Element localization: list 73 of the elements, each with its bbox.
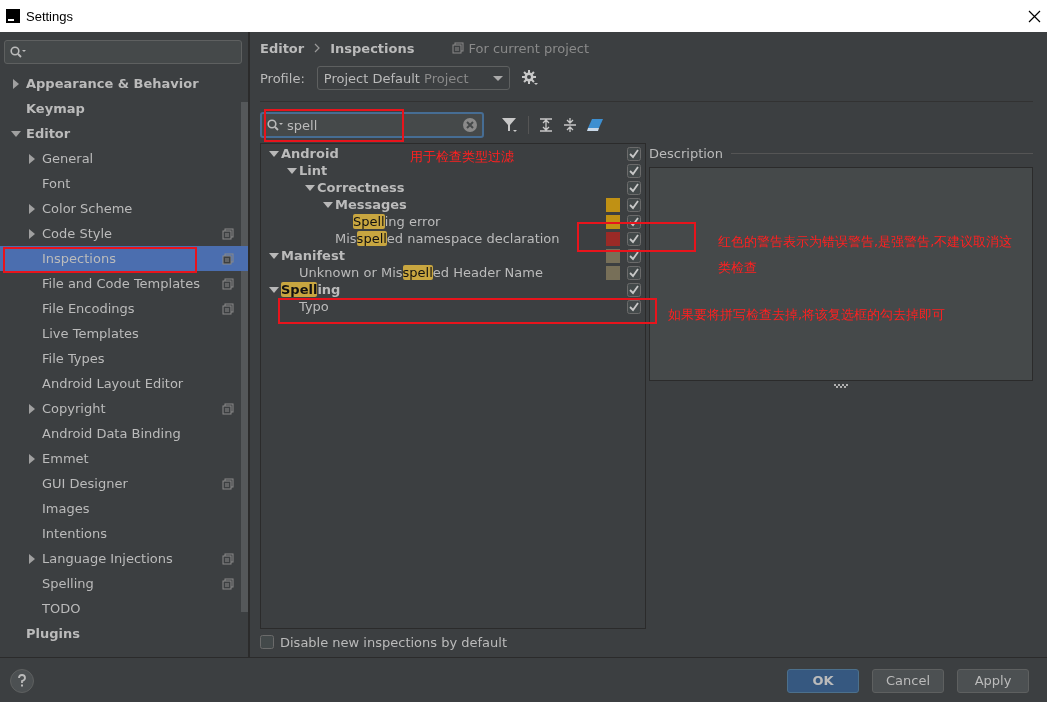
project-scope-icon (452, 42, 465, 54)
splitter-handle-icon[interactable] (834, 384, 848, 388)
settings-nav-item[interactable]: Font (0, 171, 248, 196)
settings-nav-item[interactable]: Keymap (0, 96, 248, 121)
checkbox[interactable] (627, 282, 641, 297)
settings-nav-item[interactable]: Copyright (0, 396, 248, 421)
checkbox[interactable] (627, 146, 641, 161)
annotation-note: 用于检查类型过滤 (410, 148, 514, 166)
inspection-name[interactable]: Unknown or Misspelled Header Name (299, 265, 543, 280)
profile-dropdown[interactable]: Project Default Project (316, 66, 510, 90)
eraser-icon[interactable] (587, 118, 603, 132)
description-title: Description (649, 145, 724, 161)
filter-icon[interactable] (502, 117, 518, 133)
settings-nav-item[interactable]: Language Injections (0, 546, 248, 571)
dialog-button[interactable]: OK (787, 668, 859, 693)
inspection-group[interactable]: Lint (299, 163, 328, 178)
scope-note: For current project (468, 40, 590, 56)
settings-nav-item[interactable]: Images (0, 496, 248, 521)
inspection-name[interactable]: Misspelled namespace declaration (335, 231, 560, 246)
window-title: Settings (26, 8, 74, 24)
dropdown-caret-icon (492, 75, 503, 81)
settings-nav-item[interactable]: File Types (0, 346, 248, 371)
inspection-group[interactable]: Android (281, 146, 339, 161)
settings-nav-item[interactable]: Live Templates (0, 321, 248, 346)
settings-nav-item[interactable]: Editor (0, 121, 248, 146)
gear-icon[interactable] (521, 70, 538, 86)
settings-nav-item[interactable]: Spelling (0, 571, 248, 596)
search-icon (267, 119, 283, 131)
search-field[interactable] (4, 40, 242, 64)
close-icon[interactable] (1028, 9, 1041, 23)
checkbox[interactable] (627, 265, 641, 280)
settings-nav-item[interactable]: Intentions (0, 521, 248, 546)
settings-nav-item[interactable]: GUI Designer (0, 471, 248, 496)
checkbox[interactable] (627, 299, 641, 314)
settings-nav-item[interactable]: TODO (0, 596, 248, 621)
annotation-note: 红色的警告表示为错误警告,是强警告,不建议取消这类检查 (718, 233, 1014, 277)
checkbox[interactable] (627, 163, 641, 178)
dialog-button[interactable]: Cancel (872, 668, 944, 693)
settings-nav-item[interactable]: Android Data Binding (0, 421, 248, 446)
settings-nav-item[interactable]: Appearance & Behavior (0, 71, 248, 96)
settings-nav-item[interactable]: Plugins (0, 621, 248, 646)
checkbox[interactable] (627, 180, 641, 195)
inspection-group[interactable]: Correctness (317, 180, 405, 195)
settings-nav-item[interactable]: File and Code Templates (0, 271, 248, 296)
app-logo-icon (6, 9, 20, 23)
breadcrumb-item: Inspections (330, 40, 415, 56)
checkbox[interactable] (627, 231, 641, 246)
settings-nav-item[interactable]: General (0, 146, 248, 171)
search-field[interactable]: spell (260, 112, 484, 138)
inspection-group[interactable]: Manifest (281, 248, 345, 263)
inspection-name[interactable]: Spelling error (353, 214, 441, 229)
checkbox[interactable] (260, 635, 274, 649)
chevron-icon (314, 43, 321, 53)
settings-nav-item[interactable]: Android Layout Editor (0, 371, 248, 396)
inspection-group[interactable]: Messages (335, 197, 407, 212)
inspection-name[interactable]: Typo (299, 299, 329, 314)
breadcrumb-item[interactable]: Editor (260, 40, 305, 56)
profile-label: Profile: (260, 70, 305, 86)
settings-nav-item[interactable]: Code Style (0, 221, 248, 246)
checkbox[interactable] (627, 197, 641, 212)
scrollbar[interactable] (241, 102, 248, 612)
settings-nav-item[interactable]: File Encodings (0, 296, 248, 321)
help-button[interactable] (10, 668, 34, 693)
question-icon (17, 674, 27, 687)
clear-icon[interactable] (463, 118, 477, 132)
dialog-button[interactable]: Apply (957, 668, 1029, 693)
checkbox-label[interactable]: Disable new inspections by default (280, 634, 507, 650)
collapse-all-icon[interactable] (563, 118, 577, 132)
annotation-note: 如果要将拼写检查去掉,将该复选框的勾去掉即可 (668, 306, 946, 324)
settings-nav-item[interactable]: Emmet (0, 446, 248, 471)
expand-all-icon[interactable] (539, 118, 553, 132)
search-icon (10, 46, 26, 58)
settings-nav-item[interactable]: Color Scheme (0, 196, 248, 221)
